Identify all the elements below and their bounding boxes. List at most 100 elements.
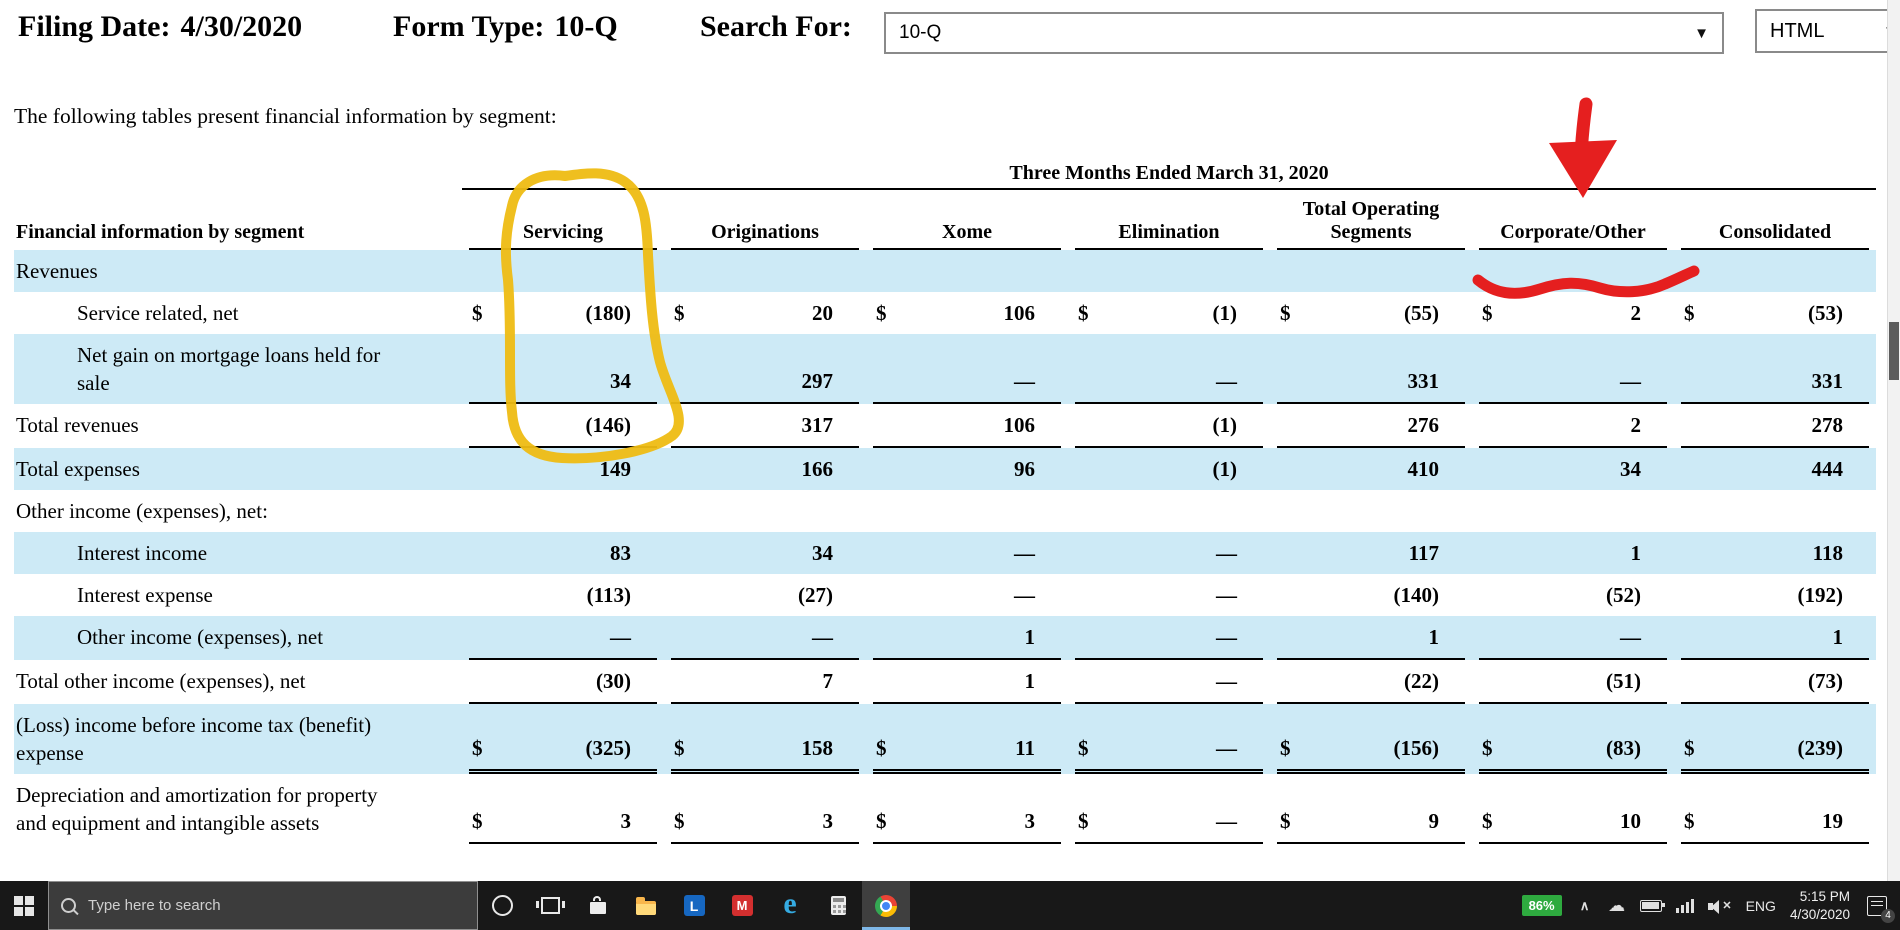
cell-value: (146): [462, 404, 664, 448]
cell-number: 34: [1620, 457, 1641, 481]
cell-number: 9: [1428, 809, 1440, 833]
currency-symbol: $: [674, 301, 685, 325]
battery-percent-badge[interactable]: 86%: [1521, 895, 1562, 916]
taskbar-app-calculator[interactable]: [814, 881, 862, 930]
cell-value: 276: [1270, 404, 1472, 448]
table-row: Service related, net $ (180) $20 $106 $ (1) $ (5…: [14, 292, 1876, 334]
row-label: Service related, net: [77, 301, 239, 325]
cell-value: [462, 490, 664, 532]
table-row: Total revenues (146) 317 106 (1) 276 2 278: [14, 404, 1876, 448]
cell-number: —: [1216, 625, 1237, 649]
currency-symbol: $: [876, 736, 887, 760]
cell-value: $ —: [1068, 704, 1270, 774]
taskbar-app-l[interactable]: L: [670, 881, 718, 930]
cell-number: —: [1620, 369, 1641, 393]
cell-value: (73): [1674, 660, 1876, 704]
cell-value: —: [866, 532, 1068, 574]
taskbar-app-file-explorer[interactable]: [622, 881, 670, 930]
row-label: Net gain on mortgage loans held for sale: [77, 343, 381, 395]
search-for-dropdown[interactable]: 10-Q ▼: [884, 12, 1724, 54]
taskbar-clock[interactable]: 5:15 PM 4/30/2020: [1790, 888, 1850, 923]
cell-number: —: [1014, 583, 1035, 607]
cell-number: (146): [585, 413, 632, 437]
table-row: Interest income 83 34 — — 117 1 118: [14, 532, 1877, 574]
onedrive-cloud-icon[interactable]: [1608, 896, 1626, 916]
search-placeholder: Type here to search: [88, 897, 221, 914]
cell-value: $106: [866, 292, 1068, 334]
form-type: Form Type: 10-Q: [393, 10, 618, 44]
cell-number: 158: [801, 736, 834, 760]
network-icon[interactable]: [1675, 898, 1694, 913]
format-dropdown[interactable]: HTML ▼: [1755, 9, 1900, 53]
cell-number: (192): [1797, 583, 1844, 607]
cell-value: [664, 250, 866, 292]
currency-symbol: $: [1482, 736, 1493, 760]
currency-symbol: $: [1482, 809, 1493, 833]
table-row: Interest expense (113) (27) — — (140) (52) (192…: [14, 574, 1876, 616]
cell-number: (156): [1393, 736, 1440, 760]
cell-number: 1: [1428, 625, 1440, 649]
cell-number: 331: [1407, 369, 1440, 393]
row-label: Total revenues: [16, 413, 139, 437]
cell-value: (30): [462, 660, 664, 704]
cell-number: 19: [1822, 809, 1844, 833]
clock-time: 5:15 PM: [1799, 888, 1850, 904]
windows-taskbar: Type here to search L M e 86% ENG 5:15 P…: [0, 881, 1900, 930]
cell-number: 166: [801, 457, 834, 481]
cell-value: $ —: [1068, 774, 1270, 844]
hidden-icons-chevron[interactable]: [1576, 898, 1594, 914]
taskbar-app-task-view[interactable]: [526, 881, 574, 930]
cell-value: $ (180): [462, 292, 664, 334]
cell-value: $ (1): [1068, 292, 1270, 334]
cell-number: —: [1216, 541, 1237, 565]
cell-value: $19: [1674, 774, 1876, 844]
vertical-scrollbar[interactable]: [1887, 0, 1900, 881]
taskbar-search-box[interactable]: Type here to search: [48, 881, 478, 930]
cell-number: —: [1014, 369, 1035, 393]
taskbar-app-edge[interactable]: e: [766, 881, 814, 930]
cell-value: 34: [462, 334, 664, 404]
scrollbar-thumb[interactable]: [1889, 322, 1899, 380]
cell-value: $ (55): [1270, 292, 1472, 334]
file-explorer-icon: [636, 896, 656, 915]
table-row: Other income (expenses), net — — 1 — 1 — 1: [14, 616, 1877, 660]
start-button[interactable]: [0, 881, 48, 930]
cell-number: 410: [1407, 457, 1440, 481]
section-label: Other income (expenses), net:: [16, 499, 268, 523]
cell-value: (1): [1068, 448, 1270, 490]
currency-symbol: $: [1078, 809, 1089, 833]
cell-number: 276: [1407, 413, 1440, 437]
cell-number: (22): [1404, 669, 1439, 693]
taskbar-app-cortana[interactable]: [478, 881, 526, 930]
cell-value: $9: [1270, 774, 1472, 844]
cell-value: 1: [1472, 532, 1674, 574]
cell-value: 117: [1270, 532, 1472, 574]
segment-financial-table: Three Months Ended March 31, 2020 Financ…: [14, 154, 1877, 844]
language-indicator[interactable]: ENG: [1746, 898, 1776, 914]
battery-icon[interactable]: [1639, 899, 1665, 912]
currency-symbol: $: [1280, 301, 1291, 325]
table-row: Other income (expenses), net:: [14, 490, 1876, 532]
search-icon: [61, 898, 76, 913]
table-row: Revenues: [14, 250, 1877, 292]
volume-muted-icon[interactable]: [1707, 898, 1732, 914]
cell-value: 444: [1674, 448, 1876, 490]
cell-value: —: [1472, 334, 1674, 404]
cell-number: 106: [1003, 413, 1036, 437]
cell-number: 10: [1620, 809, 1641, 833]
search-for-dropdown-value: 10-Q: [899, 22, 942, 43]
table-row: Depreciation and amortization for proper…: [14, 774, 1876, 844]
cell-number: (51): [1606, 669, 1641, 693]
taskbar-app-store[interactable]: [574, 881, 622, 930]
cell-value: (140): [1270, 574, 1472, 616]
cell-number: 1: [1630, 541, 1642, 565]
action-center-button[interactable]: 4: [1864, 893, 1895, 923]
cortana-icon: [491, 895, 513, 916]
taskbar-app-chrome[interactable]: [862, 881, 910, 930]
cell-value: —: [462, 616, 664, 660]
taskbar-app-m[interactable]: M: [718, 881, 766, 930]
table-row: Total expenses 149 166 96 (1) 410 34 444: [14, 448, 1877, 490]
cell-value: 331: [1674, 334, 1876, 404]
column-header-consolidated: Consolidated: [1674, 190, 1876, 250]
cell-value: $11: [866, 704, 1068, 774]
